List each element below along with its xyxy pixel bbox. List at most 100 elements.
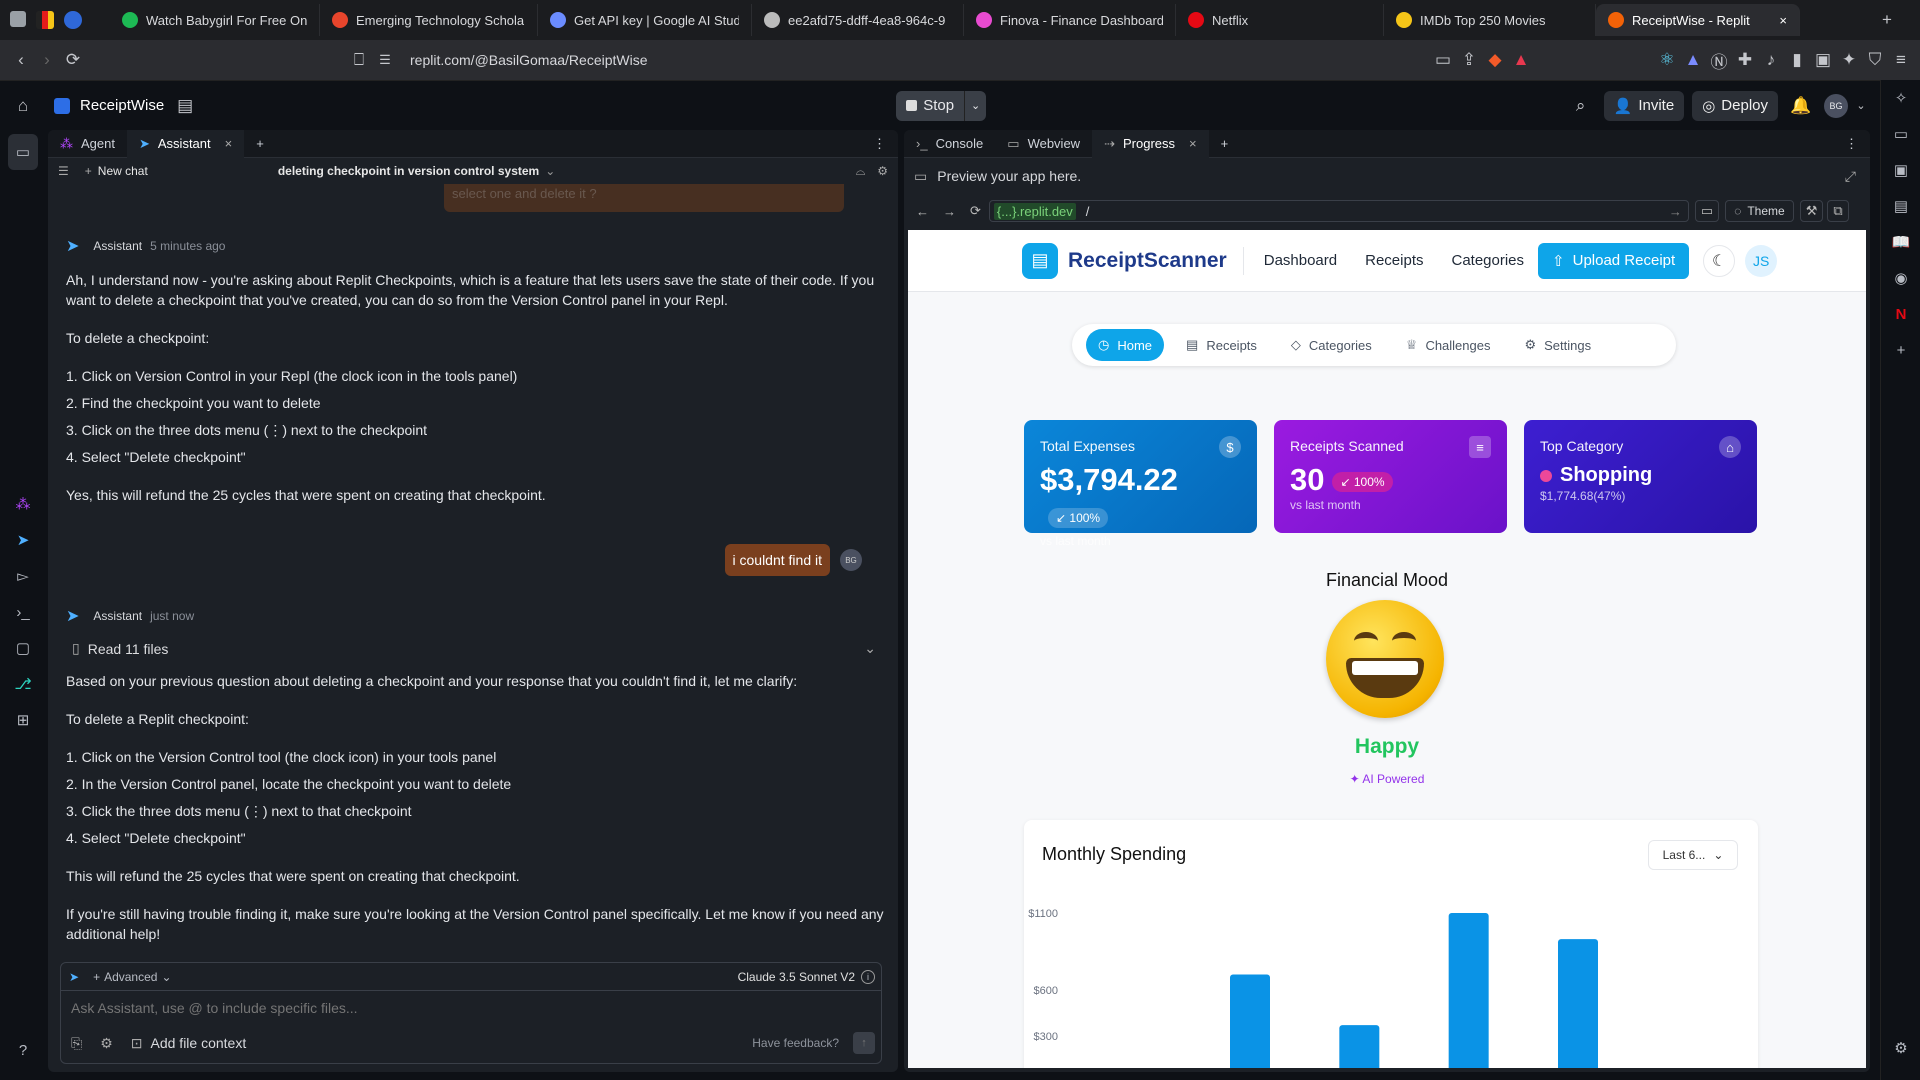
- add-tab-icon[interactable]: +: [244, 130, 276, 158]
- nav-dashboard[interactable]: Dashboard: [1264, 252, 1337, 269]
- chat-title[interactable]: deleting checkpoint in version control s…: [278, 164, 539, 178]
- send-button[interactable]: ↑: [853, 1032, 875, 1054]
- tab-agent[interactable]: ⁂ Agent: [48, 130, 127, 158]
- wallet-panel-icon[interactable]: ▣: [1881, 152, 1920, 188]
- netflix-panel-icon[interactable]: N: [1881, 296, 1920, 332]
- site-settings-icon[interactable]: ☰: [372, 52, 398, 68]
- back-icon[interactable]: ‹: [8, 50, 34, 70]
- reload-icon[interactable]: ⟳: [60, 50, 86, 70]
- chart-bar[interactable]: [1339, 1025, 1380, 1068]
- project-info-icon[interactable]: ▤: [172, 96, 198, 116]
- new-tab-icon[interactable]: +: [1874, 10, 1900, 30]
- cast-icon[interactable]: ▭: [1430, 50, 1456, 70]
- browser-tab[interactable]: ee2afd75-ddff-4ea8-964c-9: [752, 4, 964, 36]
- close-tab-icon[interactable]: ×: [1779, 13, 1787, 28]
- help-icon[interactable]: ?: [0, 1032, 46, 1068]
- nav-receipts[interactable]: Receipts: [1365, 252, 1423, 269]
- reload-icon[interactable]: ⟳: [970, 203, 981, 219]
- extension-icon[interactable]: [36, 11, 54, 29]
- search-icon[interactable]: ⌕: [1568, 96, 1594, 116]
- browser-tab[interactable]: ReceiptWise - Replit ×: [1596, 4, 1800, 36]
- open-arrow-icon[interactable]: →: [1669, 204, 1682, 219]
- preview-tool-icon[interactable]: ▻: [0, 558, 46, 594]
- feedback-link[interactable]: Have feedback?: [752, 1036, 839, 1050]
- browser-tab[interactable]: IMDb Top 250 Movies: [1384, 4, 1596, 36]
- settings-icon[interactable]: ⚙: [877, 164, 888, 178]
- tab-settings[interactable]: ⚙ Settings: [1512, 329, 1603, 361]
- devtools-icon[interactable]: ⚒: [1799, 200, 1824, 222]
- react-devtools-icon[interactable]: ⚛: [1654, 50, 1680, 70]
- url-text[interactable]: replit.com/@BasilGomaa/ReceiptWise: [410, 52, 648, 68]
- chrome-panel-icon[interactable]: ◉: [1881, 260, 1920, 296]
- avatar-chevron-icon[interactable]: ⌄: [1848, 99, 1874, 112]
- new-chat-button[interactable]: New chat: [98, 164, 148, 178]
- model-selector[interactable]: Claude 3.5 Sonnet V2: [738, 970, 855, 984]
- add-tab-icon[interactable]: +: [1209, 130, 1241, 158]
- git-tool-icon[interactable]: ⎇: [0, 666, 46, 702]
- top-category-card[interactable]: Top Category ⌂ Shopping $1,774.68(47%): [1524, 420, 1757, 533]
- back-icon[interactable]: ←: [916, 204, 929, 219]
- add-file-context-button[interactable]: Add file context: [151, 1035, 247, 1051]
- bookmark-icon[interactable]: ⎕: [346, 50, 372, 70]
- chart-bar[interactable]: [1230, 974, 1270, 1068]
- settings-icon[interactable]: ⚙: [100, 1035, 113, 1052]
- stop-button[interactable]: Stop ⌄: [896, 90, 987, 121]
- avatar[interactable]: BG: [1824, 93, 1848, 118]
- read-files-row[interactable]: ▯ Read 11 files ⌄: [66, 640, 886, 657]
- rewards-icon[interactable]: ▲: [1508, 50, 1534, 70]
- extension-icon-2[interactable]: ▲: [1680, 50, 1706, 70]
- files-icon[interactable]: ▭: [8, 134, 38, 170]
- puzzle-icon[interactable]: ✚: [1732, 50, 1758, 70]
- tab-home[interactable]: ◷ Home: [1086, 329, 1165, 361]
- tab-categories[interactable]: ◇ Categories: [1279, 329, 1384, 361]
- forward-icon[interactable]: ›: [34, 50, 60, 70]
- pane-menu-icon[interactable]: ⋮: [1833, 130, 1870, 158]
- agent-tool-icon[interactable]: ⁂: [0, 486, 46, 522]
- music-icon[interactable]: ♪: [1758, 50, 1784, 70]
- shell-tool-icon[interactable]: ›_: [0, 594, 46, 630]
- tab-challenges[interactable]: ♕ Challenges: [1394, 329, 1503, 361]
- chevron-down-icon[interactable]: ⌄: [161, 970, 171, 984]
- brand-name[interactable]: ReceiptScanner: [1068, 249, 1227, 273]
- wallet-icon[interactable]: ▣: [1810, 50, 1836, 70]
- user-avatar[interactable]: JS: [1745, 244, 1778, 277]
- device-icon[interactable]: ▭: [1694, 200, 1720, 222]
- tab-progress[interactable]: ⇢ Progress ×: [1092, 130, 1209, 158]
- history-icon[interactable]: ☰: [58, 164, 69, 178]
- tab-webview[interactable]: ▭ Webview: [995, 130, 1092, 158]
- workspace-icon[interactable]: [64, 11, 82, 29]
- deploy-button[interactable]: ◎ Deploy: [1692, 90, 1778, 121]
- moon-icon[interactable]: ☾: [1703, 244, 1736, 277]
- forward-icon[interactable]: →: [943, 204, 956, 219]
- receipts-scanned-card[interactable]: Receipts Scanned ≡ 30 ↙ 100% vs last mont…: [1274, 420, 1507, 533]
- invite-button[interactable]: 👤 Invite: [1603, 90, 1685, 121]
- menu-icon[interactable]: ≡: [1888, 50, 1914, 70]
- chevron-down-icon[interactable]: ⌄: [545, 164, 555, 178]
- reading-list-icon[interactable]: ▤: [1881, 188, 1920, 224]
- chevron-down-icon[interactable]: ⌄: [864, 640, 876, 657]
- browser-tab[interactable]: Get API key | Google AI Studi: [538, 4, 752, 36]
- notion-icon[interactable]: Ⓝ: [1706, 48, 1732, 73]
- browser-tab[interactable]: Watch Babygirl For Free Onli: [110, 4, 320, 36]
- project-name[interactable]: ReceiptWise: [80, 97, 164, 114]
- hide-preview-icon[interactable]: ⤢: [1845, 168, 1856, 185]
- browser-tab[interactable]: Netflix: [1176, 4, 1384, 36]
- total-expenses-card[interactable]: Total Expenses $ $3,794.22 ↙ 100% vs last…: [1024, 420, 1257, 548]
- nav-categories[interactable]: Categories: [1451, 252, 1524, 269]
- close-icon[interactable]: ×: [1189, 136, 1197, 151]
- sidebar-settings-icon[interactable]: ⚙: [1881, 1030, 1920, 1066]
- chart-bar[interactable]: [1558, 939, 1598, 1068]
- console-tool-icon[interactable]: ▢: [0, 630, 46, 666]
- share-icon[interactable]: ⇪: [1456, 50, 1482, 70]
- mode-selector[interactable]: Advanced: [104, 970, 157, 984]
- attach-icon[interactable]: ⎘: [71, 1035, 82, 1052]
- tab-assistant[interactable]: ➤ Assistant ×: [126, 130, 245, 158]
- chart-bar[interactable]: [1448, 913, 1489, 1068]
- browser-tab[interactable]: Emerging Technology Schola: [320, 4, 538, 36]
- sidebar-icon[interactable]: ▮: [1784, 50, 1810, 70]
- brave-shield-icon[interactable]: ◆: [1482, 50, 1508, 70]
- media-icon[interactable]: ▭: [1881, 116, 1920, 152]
- brand-logo-icon[interactable]: ▤: [1022, 242, 1058, 279]
- add-panel-icon[interactable]: +: [1881, 332, 1920, 368]
- info-icon[interactable]: i: [861, 969, 875, 984]
